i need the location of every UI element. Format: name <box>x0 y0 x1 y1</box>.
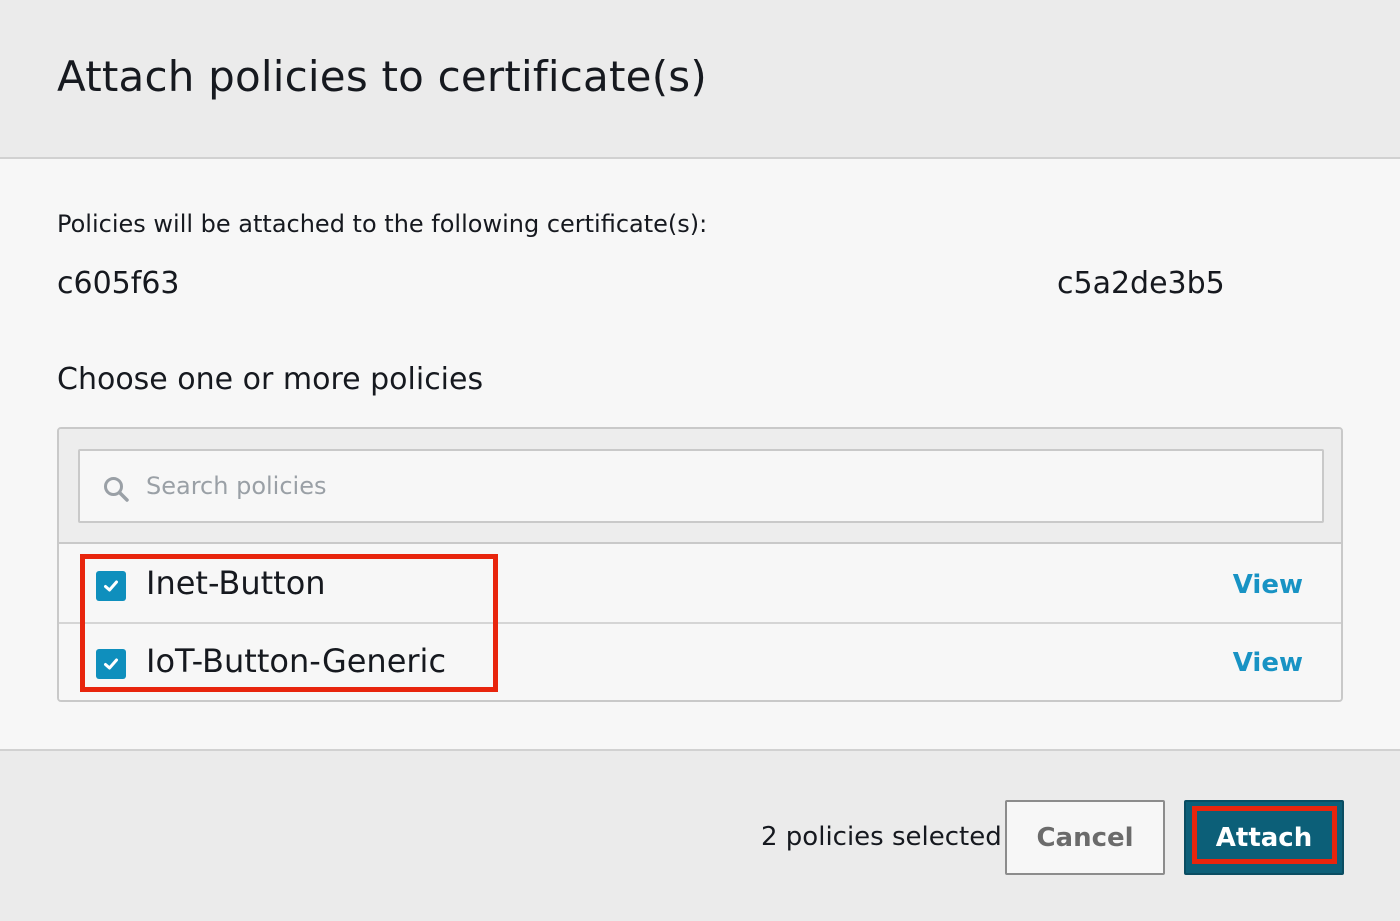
certificate-id-start: c605f63 <box>57 266 180 301</box>
selected-policies-count: 2 policies selected <box>761 822 1002 852</box>
view-policy-link[interactable]: View <box>1233 570 1303 600</box>
search-icon <box>104 477 129 502</box>
policy-checkbox[interactable] <box>96 571 126 601</box>
policy-name: Inet-Button <box>146 564 326 602</box>
policy-row-iot-button-generic[interactable]: IoT-Button-Generic View <box>59 624 1341 700</box>
dialog-title: Attach policies to certificate(s) <box>57 52 707 101</box>
attach-button[interactable]: Attach <box>1184 800 1344 875</box>
policy-list-panel: Inet-Button View IoT-Button-Generic View <box>57 427 1343 702</box>
search-box[interactable] <box>78 449 1324 523</box>
policy-name: IoT-Button-Generic <box>146 642 447 680</box>
checkmark-icon <box>104 658 118 670</box>
choose-policies-heading: Choose one or more policies <box>57 362 484 397</box>
dialog-body: Policies will be attached to the followi… <box>0 160 1400 750</box>
dialog-footer: 2 policies selected Cancel Attach <box>0 749 1400 921</box>
dialog-header: Attach policies to certificate(s) <box>0 0 1400 159</box>
view-policy-link[interactable]: View <box>1233 648 1303 678</box>
certificate-intro-text: Policies will be attached to the followi… <box>57 210 708 238</box>
policy-row-inet-button[interactable]: Inet-Button View <box>59 546 1341 624</box>
attach-policies-dialog: Attach policies to certificate(s) Polici… <box>0 0 1400 921</box>
checkmark-icon <box>104 580 118 592</box>
search-area <box>59 429 1341 544</box>
cancel-button[interactable]: Cancel <box>1005 800 1165 875</box>
search-input[interactable] <box>146 461 1296 511</box>
certificate-id-end: c5a2de3b5 <box>1057 266 1225 301</box>
policy-checkbox[interactable] <box>96 649 126 679</box>
